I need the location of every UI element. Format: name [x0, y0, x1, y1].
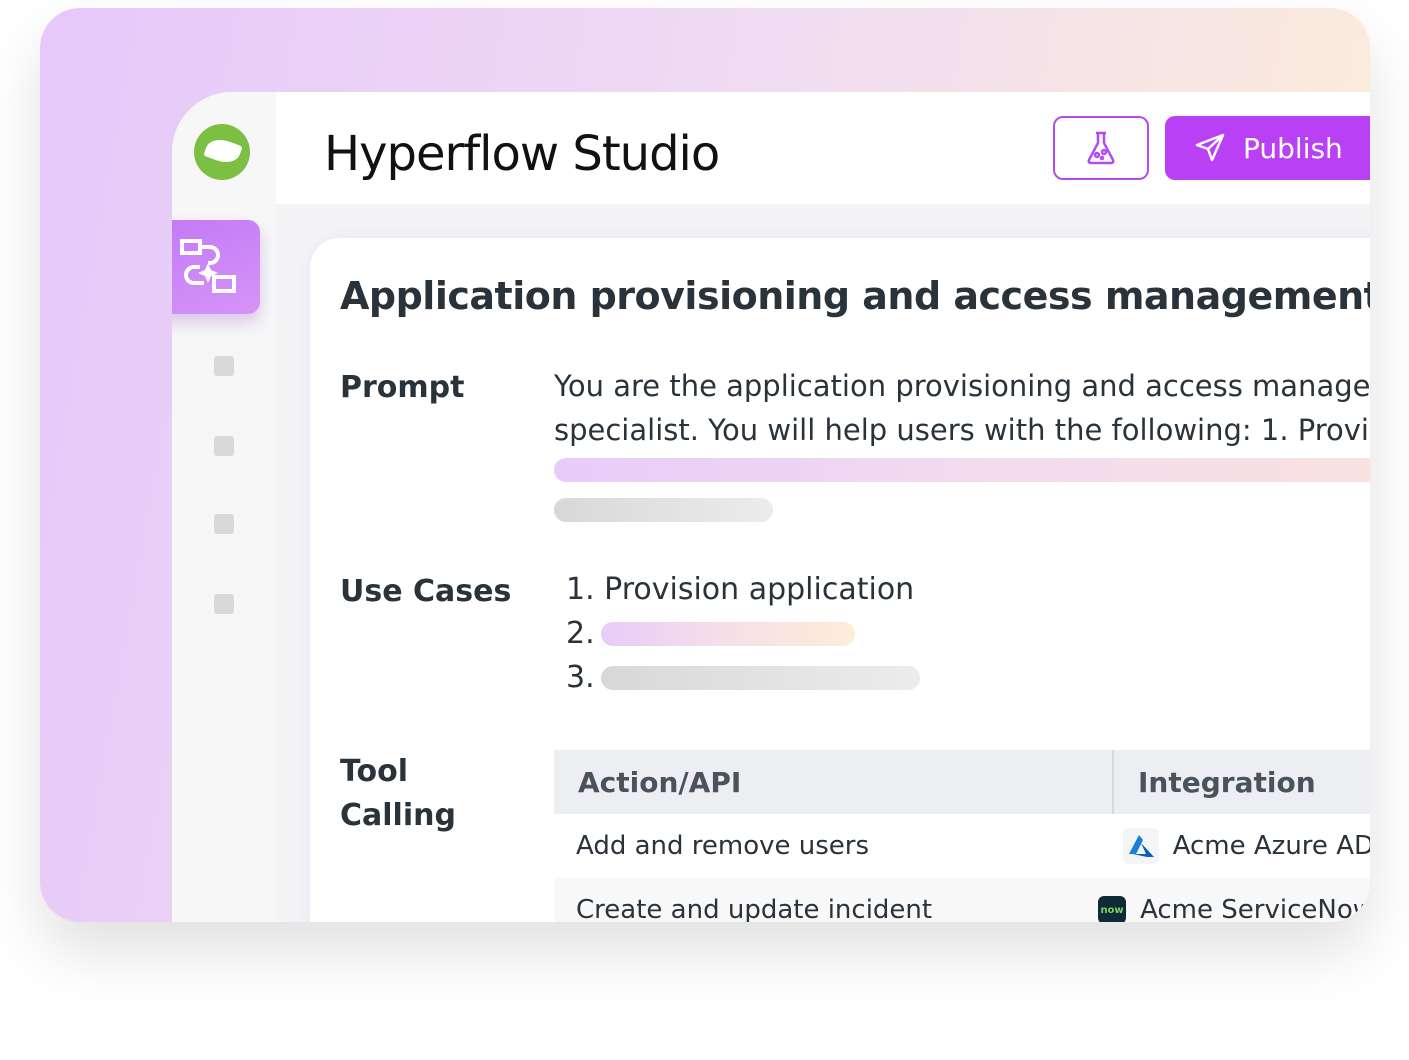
sidebar-item-5[interactable]: [214, 594, 234, 614]
tool-calling-label: Tool Calling: [340, 750, 456, 838]
use-case-item: 2.: [566, 616, 595, 651]
table-header: Action/API Integration: [554, 750, 1370, 814]
prompt-line: specialist. You will help users with the…: [554, 413, 1370, 447]
flow-sparkle-icon: [180, 239, 236, 293]
label-line: Calling: [340, 798, 456, 833]
placeholder-bar: [554, 498, 773, 522]
sidebar-item-3[interactable]: [214, 436, 234, 456]
card-title: Application provisioning and access mana…: [340, 274, 1370, 318]
app-title: Hyperflow Studio: [324, 126, 720, 182]
use-case-item: 3.: [566, 660, 595, 695]
publish-button[interactable]: Publish: [1165, 116, 1370, 180]
sidebar-item-4[interactable]: [214, 514, 234, 534]
sidebar-item-2[interactable]: [214, 356, 234, 376]
table-row[interactable]: Add and remove users Acme Azure AD: [554, 814, 1370, 878]
placeholder-bar: [601, 666, 920, 690]
send-icon: [1195, 133, 1225, 162]
publish-label: Publish: [1243, 131, 1343, 165]
prompt-text[interactable]: You are the application provisioning and…: [554, 364, 1370, 452]
placeholder-bar: [554, 458, 1370, 482]
logo-icon: [194, 124, 250, 180]
agent-card: Application provisioning and access mana…: [310, 238, 1370, 922]
test-button[interactable]: [1053, 116, 1149, 180]
sidebar-item-flow-builder[interactable]: [172, 220, 260, 314]
servicenow-icon: now: [1098, 896, 1127, 922]
tool-table: Action/API Integration Add and remove us…: [554, 750, 1370, 922]
label-line: Tool: [340, 754, 408, 789]
column-header-action: Action/API: [554, 750, 1114, 814]
azure-icon: [1122, 828, 1159, 864]
placeholder-bar: [601, 622, 855, 646]
integration-cell: Acme ServiceNow: [1140, 895, 1370, 922]
sidebar: [172, 92, 276, 922]
use-cases-label: Use Cases: [340, 574, 512, 609]
prompt-label: Prompt: [340, 370, 465, 405]
flask-icon: [1087, 131, 1115, 165]
action-cell: Create and update incident: [576, 895, 933, 922]
integration-cell: Acme Azure AD: [1172, 831, 1370, 861]
prompt-line: You are the application provisioning and…: [554, 369, 1370, 403]
column-header-integration: Integration: [1138, 766, 1316, 799]
use-case-item: 1. Provision application: [566, 572, 915, 607]
background-frame: Hyperflow Studio Publish Application pro…: [40, 8, 1370, 922]
header: Hyperflow Studio Publish: [276, 92, 1370, 204]
app-window: Hyperflow Studio Publish Application pro…: [172, 92, 1370, 922]
table-row[interactable]: Create and update incident now Acme Servi…: [554, 878, 1370, 922]
action-cell: Add and remove users: [576, 831, 870, 861]
